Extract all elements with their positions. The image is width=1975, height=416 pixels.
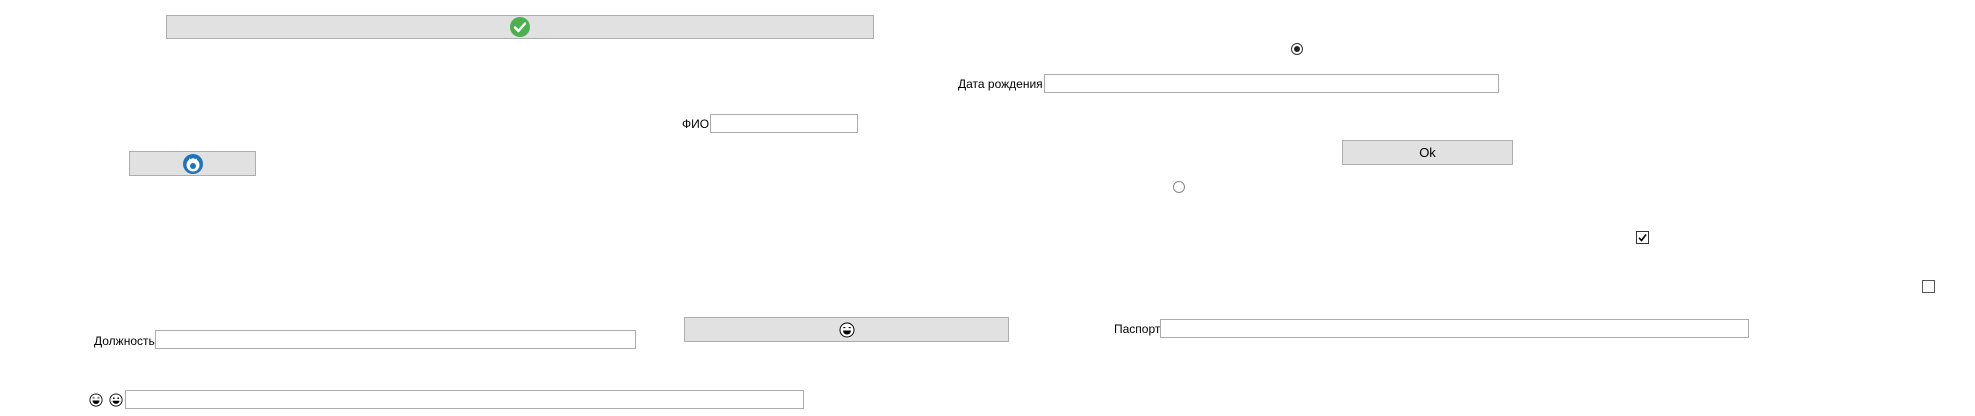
- grinning-face-icon: [109, 393, 123, 407]
- checkbox-a[interactable]: [1636, 231, 1649, 244]
- radio-option-1[interactable]: [1291, 43, 1303, 55]
- ok-button[interactable]: Ok: [1342, 140, 1513, 165]
- checkmark-icon: [1638, 234, 1647, 242]
- passport-field[interactable]: [1160, 319, 1749, 338]
- checkbox-b[interactable]: [1922, 280, 1935, 293]
- position-field[interactable]: [155, 330, 636, 349]
- radio-selected-dot: [1294, 46, 1300, 52]
- check-button[interactable]: [166, 15, 874, 39]
- emoji-field[interactable]: [125, 390, 804, 409]
- face-button[interactable]: [684, 317, 1009, 342]
- laughing-face-icon: [89, 393, 103, 407]
- birth-date-field[interactable]: [1044, 74, 1499, 93]
- hands-button[interactable]: [129, 151, 256, 176]
- raised-hands-icon: [182, 153, 203, 174]
- fio-field[interactable]: [710, 114, 858, 133]
- fio-label: ФИО: [682, 117, 710, 131]
- position-label: Должность: [94, 334, 155, 348]
- passport-label: Паспорт: [1114, 322, 1161, 336]
- ok-button-label: Ok: [1419, 145, 1436, 160]
- birth-date-label: Дата рождения: [958, 77, 1043, 91]
- check-circle-icon: [510, 17, 530, 37]
- radio-option-2[interactable]: [1173, 181, 1185, 193]
- laughing-face-icon: [839, 322, 855, 338]
